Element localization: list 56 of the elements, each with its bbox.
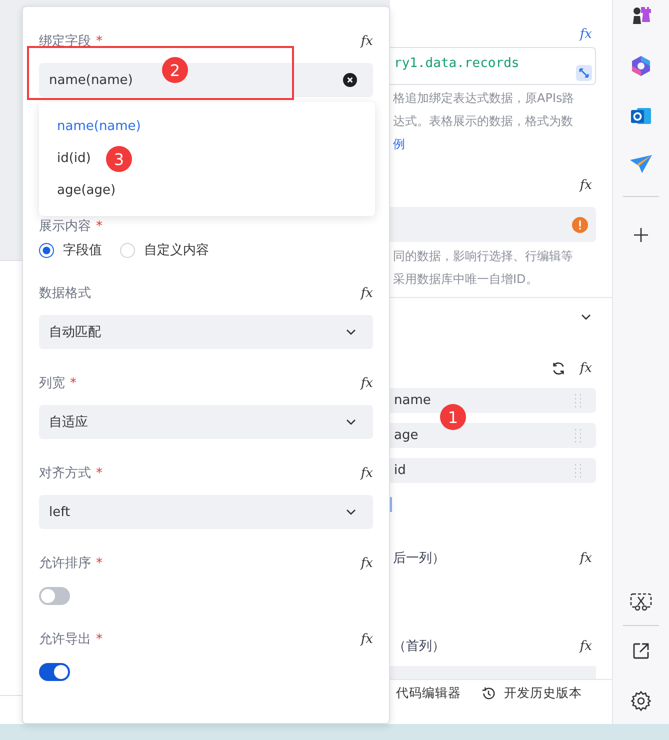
- plus-icon[interactable]: [633, 227, 649, 243]
- hexagon-logo-icon[interactable]: [629, 54, 653, 78]
- select-field[interactable]: 自动匹配: [39, 315, 373, 349]
- radio-option[interactable]: 字段值: [39, 241, 102, 259]
- help-text: 采用数据库中唯一自增ID。: [393, 271, 539, 288]
- radio-option[interactable]: 自定义内容: [120, 241, 209, 259]
- dropdown-option[interactable]: name(name): [47, 111, 151, 143]
- field-label: 列宽 *: [39, 375, 76, 392]
- select-field[interactable]: 自适应: [39, 405, 373, 439]
- field-label: 后一列）: [393, 550, 445, 567]
- chevron-down-icon: [345, 508, 357, 516]
- radio-button[interactable]: [39, 242, 54, 258]
- help-text: 格追加绑定表达式数据，原APIs路: [393, 90, 576, 107]
- example-link[interactable]: 例: [393, 137, 405, 151]
- refresh-icon[interactable]: [550, 360, 566, 376]
- field-label: 允许导出 *: [39, 631, 102, 648]
- key-field[interactable]: [390, 207, 596, 242]
- toggle-switch[interactable]: [39, 663, 70, 681]
- formula-icon[interactable]: fx: [580, 550, 592, 566]
- chevron-down-icon[interactable]: [580, 313, 592, 321]
- toggle-switch[interactable]: [39, 587, 70, 605]
- select-field[interactable]: [390, 666, 596, 679]
- formula-icon[interactable]: fx: [360, 632, 373, 646]
- field-label: 展示内容 *: [39, 218, 102, 235]
- column-item[interactable]: id: [390, 458, 596, 483]
- dropdown-option[interactable]: id(id): [47, 143, 101, 175]
- expand-icon[interactable]: [576, 65, 592, 81]
- help-text: 同的数据，影响行选择、行编辑等: [393, 248, 574, 265]
- chevron-down-icon: [345, 418, 357, 426]
- formula-icon[interactable]: fx: [360, 466, 373, 480]
- screenshot-icon[interactable]: [630, 593, 652, 613]
- expression-text: ry1.data.records: [394, 56, 520, 71]
- dropdown-option[interactable]: age(age): [47, 175, 126, 207]
- formula-icon[interactable]: fx: [360, 556, 373, 570]
- formula-icon[interactable]: fx: [360, 376, 373, 390]
- select-field[interactable]: left: [39, 495, 373, 529]
- help-text: 达式。表格展示的数据，格式为数: [393, 113, 574, 130]
- formula-icon[interactable]: fx: [580, 178, 592, 192]
- formula-icon[interactable]: fx: [360, 34, 373, 48]
- column-item[interactable]: age: [390, 423, 596, 448]
- warning-icon: [572, 216, 588, 232]
- code-editor-button[interactable]: 代码编辑器: [396, 685, 461, 702]
- formula-icon[interactable]: fx: [580, 26, 592, 42]
- settings-icon[interactable]: [630, 690, 652, 712]
- chevron-down-icon: [345, 328, 357, 336]
- formula-icon[interactable]: fx: [580, 360, 592, 376]
- clear-icon[interactable]: [343, 73, 357, 87]
- field-label: 对齐方式 *: [39, 465, 102, 482]
- formula-icon[interactable]: fx: [360, 286, 373, 300]
- field-label: （首列）: [393, 638, 445, 655]
- history-icon: [481, 686, 496, 701]
- formula-icon[interactable]: fx: [580, 638, 592, 654]
- field-label: 允许排序 *: [39, 555, 102, 572]
- external-link-icon[interactable]: [632, 642, 650, 660]
- field-label: 数据格式: [39, 285, 91, 302]
- history-button[interactable]: 开发历史版本: [481, 685, 582, 702]
